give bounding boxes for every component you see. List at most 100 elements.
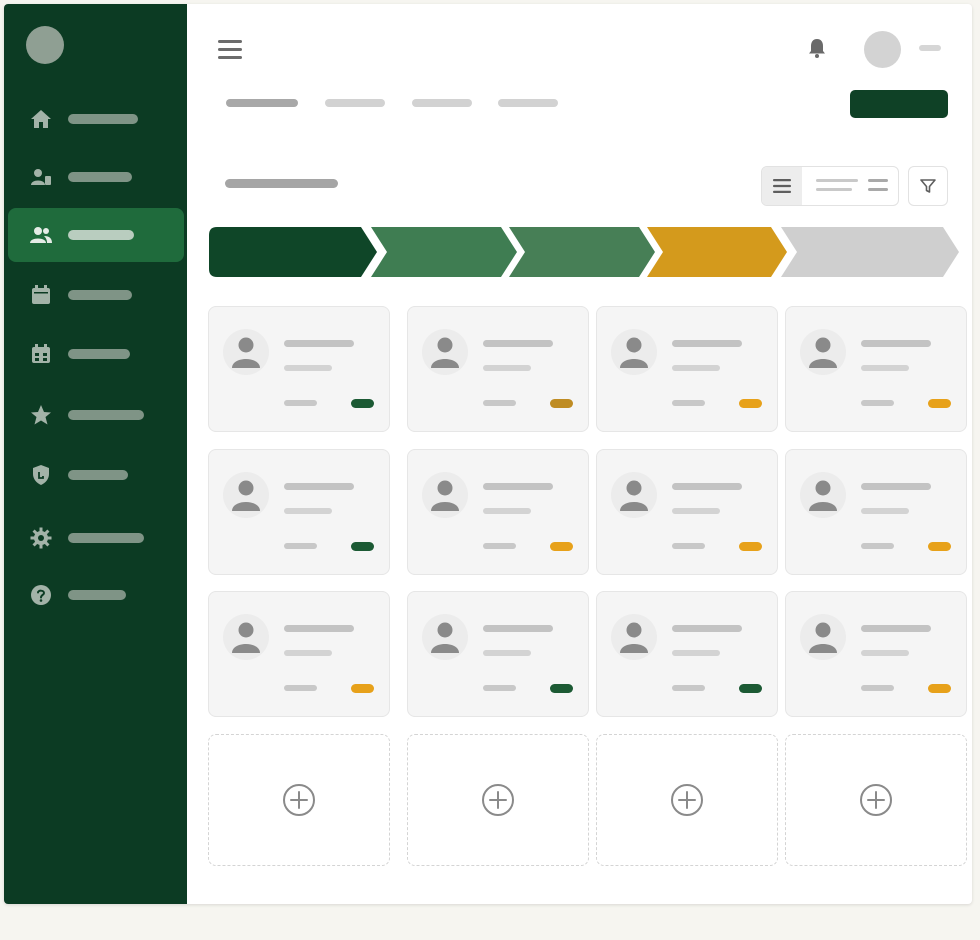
card-name-placeholder <box>861 625 931 632</box>
person-icon <box>800 472 846 518</box>
contact-card[interactable] <box>208 449 390 575</box>
schedule-icon <box>28 341 54 367</box>
avatar[interactable] <box>864 31 901 68</box>
person-icon <box>611 329 657 375</box>
add-card-slot[interactable] <box>785 734 967 866</box>
card-subtitle-placeholder <box>483 650 531 656</box>
add-card-slot[interactable] <box>596 734 778 866</box>
section-title <box>225 179 338 188</box>
contact-card[interactable] <box>208 306 390 432</box>
contact-card[interactable] <box>596 306 778 432</box>
card-name-placeholder <box>284 340 354 347</box>
card-meta-placeholder <box>284 685 317 691</box>
primary-action-button[interactable] <box>850 90 948 118</box>
person-icon <box>422 472 468 518</box>
person-icon <box>611 472 657 518</box>
card-meta-placeholder <box>284 400 317 406</box>
sidebar-item-home[interactable] <box>8 92 184 146</box>
card-name-placeholder <box>483 483 553 490</box>
filter-icon <box>920 179 936 193</box>
contact-card[interactable] <box>596 449 778 575</box>
status-badge <box>351 399 374 408</box>
contact-card[interactable] <box>407 591 589 717</box>
card-name-placeholder <box>672 625 742 632</box>
logo <box>26 26 64 64</box>
contact-card[interactable] <box>596 591 778 717</box>
card-meta-placeholder <box>861 685 894 691</box>
card-name-placeholder <box>861 340 931 347</box>
pipeline-stage-5[interactable] <box>781 227 959 277</box>
sidebar-item-settings[interactable] <box>8 511 184 565</box>
sidebar-item-contacts[interactable] <box>8 150 184 204</box>
status-badge <box>928 684 951 693</box>
home-icon <box>28 106 54 132</box>
star-icon <box>28 402 54 428</box>
sidebar-item-label <box>68 114 138 124</box>
tab-3[interactable] <box>412 99 472 107</box>
status-badge <box>351 542 374 551</box>
pipeline-stage-2[interactable] <box>371 227 517 277</box>
card-meta-placeholder <box>672 400 705 406</box>
contact-card[interactable] <box>785 591 967 717</box>
status-badge <box>550 684 573 693</box>
card-meta-placeholder <box>672 685 705 691</box>
pipeline-stage-1[interactable] <box>209 227 377 277</box>
sidebar-item-label <box>68 349 130 359</box>
add-card-slot[interactable] <box>208 734 390 866</box>
sidebar-item-schedule[interactable] <box>8 327 184 381</box>
card-subtitle-placeholder <box>672 650 720 656</box>
card-subtitle-placeholder <box>284 508 332 514</box>
contact-card[interactable] <box>208 591 390 717</box>
tab-2[interactable] <box>325 99 385 107</box>
shield-icon <box>28 462 54 488</box>
user-menu-placeholder[interactable] <box>919 45 941 51</box>
card-meta-placeholder <box>861 543 894 549</box>
status-badge <box>550 399 573 408</box>
add-card-slot[interactable] <box>407 734 589 866</box>
person-icon <box>223 472 269 518</box>
card-name-placeholder <box>284 483 354 490</box>
list-icon <box>773 179 791 193</box>
card-subtitle-placeholder <box>483 508 531 514</box>
tab-4[interactable] <box>498 99 558 107</box>
pipeline-stages <box>209 227 959 277</box>
pipeline-stage-3[interactable] <box>509 227 655 277</box>
plus-circle-icon <box>283 784 315 816</box>
sidebar-item-users[interactable] <box>8 208 184 262</box>
board-view-button[interactable] <box>808 167 898 205</box>
sidebar-item-label <box>68 590 126 600</box>
contact-card[interactable] <box>785 449 967 575</box>
card-name-placeholder <box>861 483 931 490</box>
status-badge <box>928 542 951 551</box>
tab-1[interactable] <box>226 99 298 107</box>
card-name-placeholder <box>672 483 742 490</box>
contact-card[interactable] <box>785 306 967 432</box>
person-icon <box>800 614 846 660</box>
card-meta-placeholder <box>483 685 516 691</box>
contact-card[interactable] <box>407 449 589 575</box>
card-meta-placeholder <box>861 400 894 406</box>
sidebar-item-favorites[interactable] <box>8 388 184 442</box>
card-subtitle-placeholder <box>861 650 909 656</box>
sidebar-item-security[interactable] <box>8 448 184 502</box>
app-window <box>4 4 972 904</box>
sidebar <box>4 4 187 904</box>
filter-button[interactable] <box>908 166 948 206</box>
card-subtitle-placeholder <box>861 508 909 514</box>
sidebar-item-label <box>68 470 128 480</box>
list-view-button[interactable] <box>762 167 802 205</box>
menu-icon[interactable] <box>218 40 242 59</box>
sidebar-item-label <box>68 410 144 420</box>
sidebar-item-label <box>68 290 132 300</box>
card-subtitle-placeholder <box>284 650 332 656</box>
sidebar-item-help[interactable] <box>8 568 184 622</box>
card-meta-placeholder <box>672 543 705 549</box>
board-icon <box>816 179 888 191</box>
card-meta-placeholder <box>483 400 516 406</box>
users-icon <box>28 222 54 248</box>
pipeline-stage-4[interactable] <box>647 227 787 277</box>
bell-icon[interactable] <box>807 37 827 59</box>
plus-circle-icon <box>482 784 514 816</box>
contact-card[interactable] <box>407 306 589 432</box>
sidebar-item-calendar[interactable] <box>8 268 184 322</box>
